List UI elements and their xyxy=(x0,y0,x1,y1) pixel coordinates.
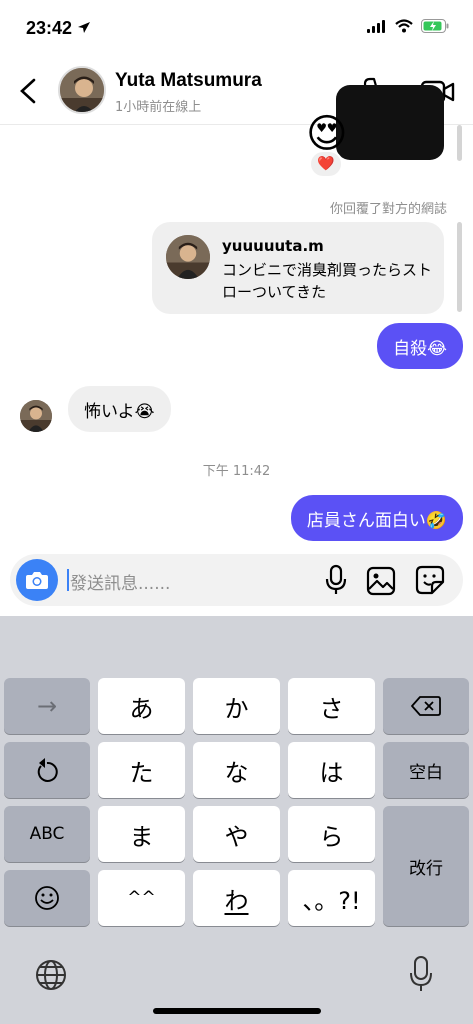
story-avatar xyxy=(166,235,210,279)
message-bubble-incoming[interactable]: 怖いよ😭 xyxy=(68,386,171,432)
contact-name[interactable]: Yuta Matsumura xyxy=(115,70,262,92)
location-arrow-icon xyxy=(78,22,91,33)
key-space[interactable]: 空白 xyxy=(383,742,469,798)
active-status: 1小時前在線上 xyxy=(115,100,202,115)
back-arrow-icon[interactable] xyxy=(14,76,44,106)
key-ma[interactable]: ま xyxy=(98,806,185,862)
story-username: yuuuuuta.m xyxy=(222,237,324,255)
key-undo[interactable] xyxy=(4,742,90,798)
heart-icon: ❤️ xyxy=(317,156,335,172)
key-ya[interactable]: や xyxy=(193,806,280,862)
home-indicator xyxy=(153,1008,321,1014)
sender-avatar xyxy=(20,400,52,432)
key-kaomoji[interactable]: ^^ xyxy=(98,870,185,926)
dictation-mic-icon[interactable] xyxy=(408,955,434,993)
signal-icon xyxy=(367,19,385,33)
wifi-icon xyxy=(395,19,413,33)
replied-notice: 你回覆了對方的網誌 xyxy=(329,202,447,217)
scroll-indicator xyxy=(457,125,462,161)
key-wa[interactable]: わ xyxy=(193,870,280,926)
status-icons xyxy=(367,19,449,33)
message-bubble-outgoing[interactable]: 自殺😂 xyxy=(377,323,463,369)
key-punctuation[interactable]: 、。?! xyxy=(288,870,375,926)
key-return[interactable]: 改行 xyxy=(383,806,469,926)
message-input[interactable]: 發送訊息...... xyxy=(70,569,170,594)
battery-icon xyxy=(421,19,449,33)
status-time: 23:42 xyxy=(26,18,91,39)
gallery-icon[interactable] xyxy=(366,566,396,596)
undo-icon xyxy=(37,758,58,782)
heart-reaction[interactable]: ❤️ xyxy=(309,150,343,178)
delete-icon xyxy=(411,696,441,716)
key-a[interactable]: あ xyxy=(98,678,185,734)
shared-media[interactable] xyxy=(336,85,444,160)
globe-icon[interactable] xyxy=(34,958,68,992)
key-ka[interactable]: か xyxy=(193,678,280,734)
message-bubble-outgoing[interactable]: 店員さん面白い🤣 xyxy=(290,495,463,541)
key-ta[interactable]: た xyxy=(98,742,185,798)
camera-button[interactable] xyxy=(16,559,58,601)
key-emoji[interactable] xyxy=(4,870,90,926)
sticker-icon[interactable] xyxy=(414,564,446,596)
key-delete[interactable] xyxy=(383,678,469,734)
key-sa[interactable]: さ xyxy=(288,678,375,734)
media-emoji: 😍 xyxy=(306,111,348,157)
key-ra[interactable]: ら xyxy=(288,806,375,862)
scroll-indicator-2 xyxy=(457,222,462,312)
key-next[interactable]: → xyxy=(4,678,90,734)
microphone-icon[interactable] xyxy=(322,564,350,596)
profile-avatar[interactable] xyxy=(58,66,106,114)
message-timestamp: 下午 11:42 xyxy=(202,464,271,479)
key-ha[interactable]: は xyxy=(288,742,375,798)
text-cursor xyxy=(67,569,69,591)
key-na[interactable]: な xyxy=(193,742,280,798)
camera-icon xyxy=(26,572,48,589)
emoji-icon xyxy=(35,886,59,910)
story-text: コンビニで消臭剤買ったらストローついてきた xyxy=(222,261,433,301)
key-abc[interactable]: ABC xyxy=(4,806,90,862)
